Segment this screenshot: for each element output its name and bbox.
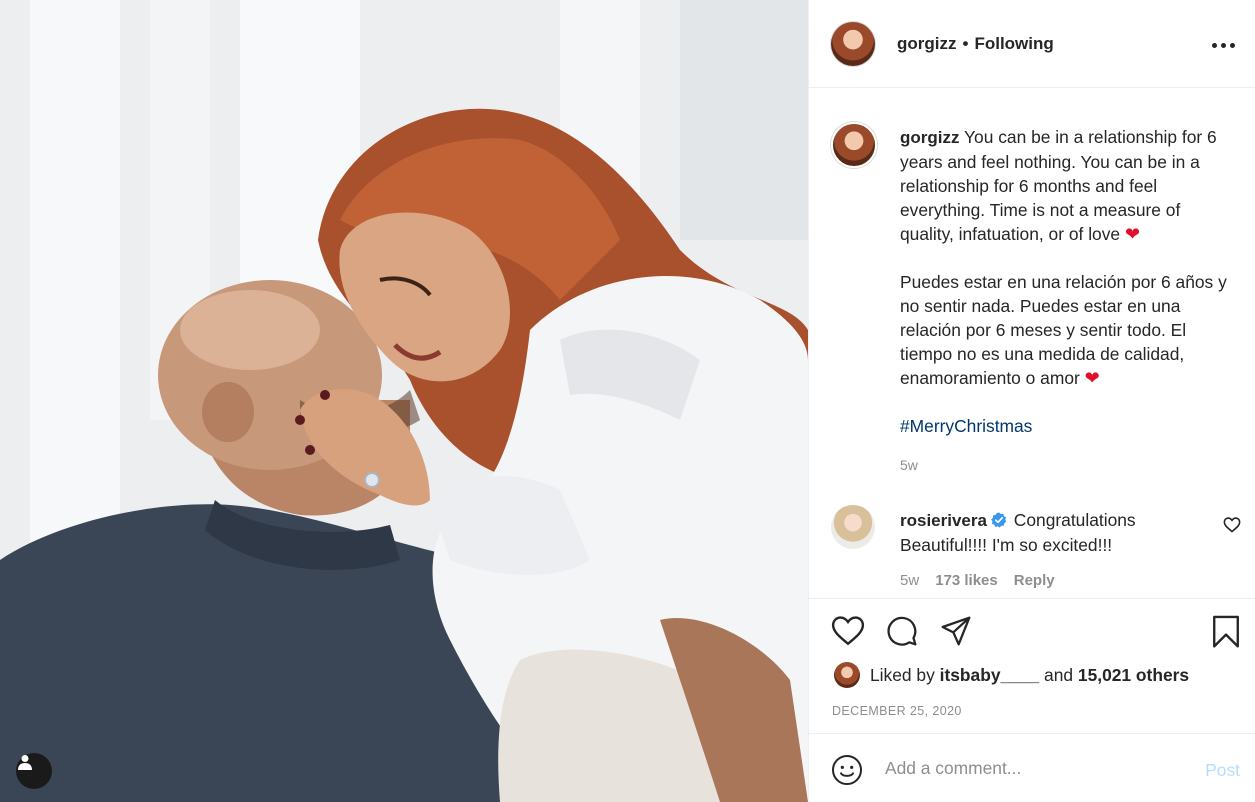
comment-meta: 5w 173 likes Reply [900, 572, 1055, 589]
heart-emoji: ❤ [1084, 368, 1100, 388]
comment-input[interactable] [885, 758, 1185, 779]
post-date[interactable]: DECEMBER 25, 2020 [832, 704, 962, 718]
action-icons [831, 615, 973, 647]
caption-text-spanish: Puedes estar en una relación por 6 años … [900, 272, 1232, 388]
commenter-username[interactable]: rosierivera [900, 511, 987, 530]
user-tag-button[interactable] [16, 753, 52, 789]
header-separator: • [962, 33, 969, 53]
liked-by-prefix: Liked by [870, 664, 935, 685]
comment-icon[interactable] [885, 615, 919, 647]
post-actions-section: Liked by itsbaby____ and 15,021 others D… [809, 598, 1255, 733]
caption-username[interactable]: gorgizz [900, 128, 960, 147]
caption-timestamp[interactable]: 5w [900, 457, 918, 473]
author-avatar[interactable] [831, 21, 875, 66]
post-details-panel: gorgizz • Following gorgizz You can be i… [808, 0, 1255, 802]
commenter-avatar[interactable] [831, 505, 875, 549]
comment-body: rosierivera Congratulations Beautiful!!!… [900, 508, 1190, 557]
likes-summary: Liked by itsbaby____ and 15,021 others [834, 662, 1189, 688]
post-photo-illustration [0, 0, 808, 802]
heart-emoji: ❤ [1124, 224, 1141, 244]
likes-and: and [1044, 664, 1074, 685]
caption-body: gorgizz You can be in a relationship for… [900, 125, 1230, 438]
heart-icon[interactable] [831, 615, 865, 647]
add-comment-bar: Post [809, 733, 1255, 802]
hashtag-link[interactable]: #MerryChristmas [900, 416, 1032, 436]
comment-like-count[interactable]: 173 likes [935, 572, 998, 589]
verified-badge-icon [991, 512, 1007, 528]
post-photo[interactable] [0, 0, 808, 802]
share-icon[interactable] [939, 615, 973, 647]
caption-author-avatar[interactable] [831, 122, 877, 168]
smiley-icon[interactable] [831, 754, 863, 786]
post-comment-button[interactable]: Post [1205, 760, 1240, 781]
post-header: gorgizz • Following [809, 0, 1255, 88]
bookmark-icon[interactable] [1210, 615, 1242, 649]
comment-timestamp[interactable]: 5w [900, 572, 919, 589]
liker-avatar[interactable] [834, 662, 860, 688]
user-tag-icon [18, 755, 32, 770]
author-username[interactable]: gorgizz [897, 34, 957, 54]
more-options-icon[interactable] [1212, 35, 1238, 55]
others-count-link[interactable]: 15,021 others [1078, 665, 1189, 686]
reply-button[interactable]: Reply [1014, 572, 1055, 589]
liker-username[interactable]: itsbaby____ [940, 665, 1040, 686]
follow-status-button[interactable]: Following [974, 34, 1053, 54]
comment-like-heart-icon[interactable] [1223, 517, 1241, 533]
